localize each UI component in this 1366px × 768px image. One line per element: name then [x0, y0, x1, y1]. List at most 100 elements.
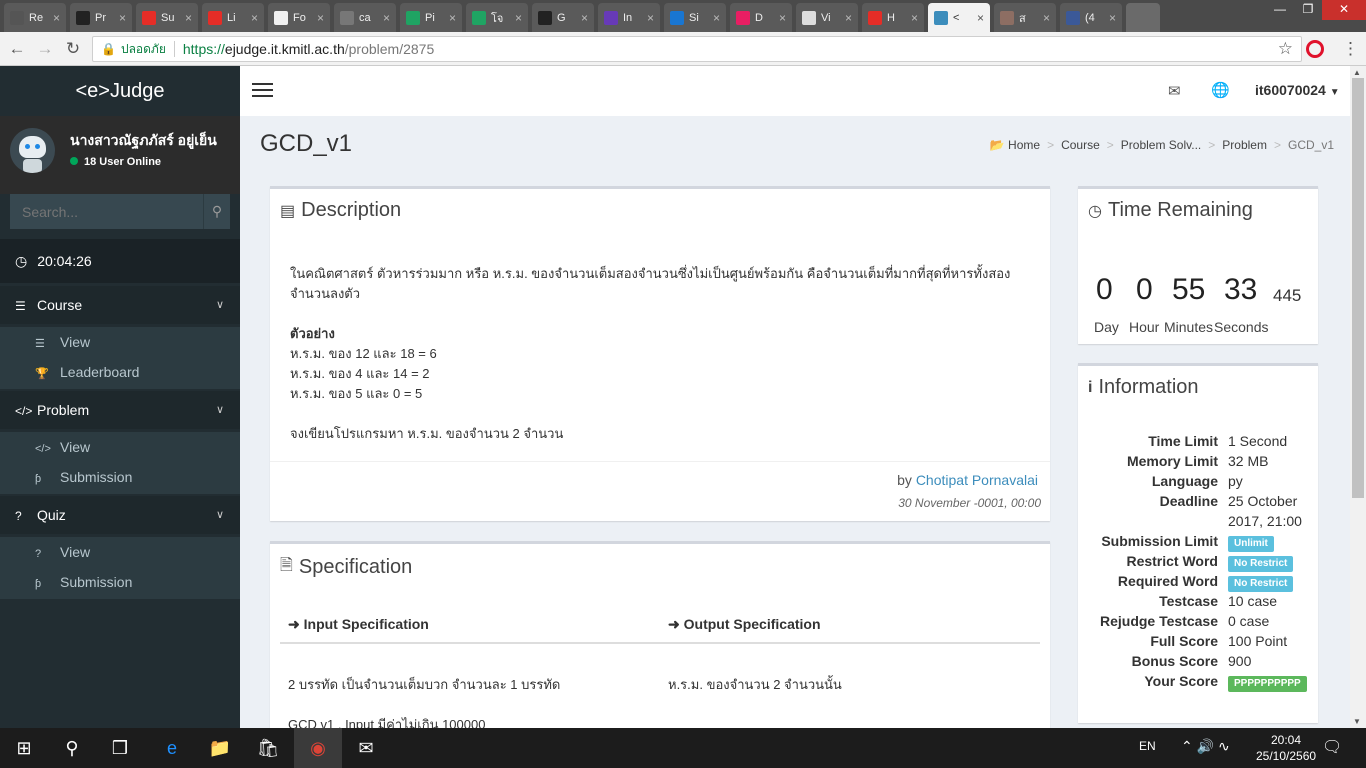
browser-tab[interactable]: Re × — [4, 3, 66, 32]
menu-quiz-view[interactable]: ? View — [0, 537, 240, 567]
menu-quiz-submission[interactable]: ƥ Submission — [0, 567, 240, 597]
countdown-hour: 0 — [1136, 273, 1153, 306]
browser-tab[interactable]: Vi × — [796, 3, 858, 32]
restore-icon[interactable]: ❐ — [1294, 0, 1322, 20]
browser-tab[interactable]: Pi × — [400, 3, 462, 32]
browser-tab[interactable]: (4 × — [1060, 3, 1122, 32]
breadcrumb-problem[interactable]: Problem — [1222, 138, 1267, 152]
forward-icon[interactable]: → — [34, 38, 56, 60]
tab-close-icon[interactable]: × — [911, 11, 918, 25]
author-line: by Chotipat Pornavalai — [897, 472, 1038, 488]
menu-problem-view[interactable]: </> View — [0, 432, 240, 462]
browser-tab[interactable]: Fo × — [268, 3, 330, 32]
address-bar[interactable]: 🔒 ปลอดภัย https://ejudge.it.kmitl.ac.th /… — [92, 36, 1302, 62]
reload-icon[interactable]: ↻ — [62, 38, 84, 60]
browser-tab[interactable]: Li × — [202, 3, 264, 32]
tab-close-icon[interactable]: × — [977, 11, 984, 25]
top-navbar: ✉ 🌐 it60070024 ▼ — [240, 66, 1350, 116]
taskbar-clock[interactable]: 20:04 25/10/2560 — [1256, 732, 1316, 764]
browser-tab[interactable]: Si × — [664, 3, 726, 32]
countdown-seconds-label: Seconds — [1214, 319, 1269, 335]
new-tab-button[interactable] — [1126, 3, 1160, 32]
edge-icon[interactable]: e — [148, 728, 196, 768]
tab-close-icon[interactable]: × — [383, 11, 390, 25]
file-text-icon: 🗎 — [280, 557, 293, 574]
page-scrollbar[interactable]: ▲ ▼ — [1350, 66, 1366, 728]
breadcrumb-course[interactable]: Course — [1061, 138, 1100, 152]
windows-start-icon[interactable]: ⊞ — [0, 728, 48, 768]
tab-close-icon[interactable]: × — [53, 11, 60, 25]
chevron-down-icon: ∨ — [215, 509, 224, 521]
minimize-icon[interactable]: — — [1266, 0, 1294, 20]
info-value: 2017, 21:00 — [1228, 513, 1302, 529]
example-line: ห.ร.ม. ของ 4 และ 14 = 2 — [290, 366, 430, 381]
tab-close-icon[interactable]: × — [1043, 11, 1050, 25]
store-icon[interactable]: 🛍 — [244, 728, 292, 768]
globe-icon[interactable]: 🌐 — [1211, 81, 1230, 99]
menu-problem-submission[interactable]: ƥ Submission — [0, 462, 240, 492]
tab-close-icon[interactable]: × — [119, 11, 126, 25]
question-icon: ? — [15, 509, 22, 523]
scroll-up-icon[interactable]: ▲ — [1353, 68, 1361, 77]
bookmark-star-icon[interactable]: ☆ — [1278, 39, 1293, 59]
browser-tab[interactable]: โจ × — [466, 3, 528, 32]
browser-menu-icon[interactable]: ⋮ — [1342, 39, 1359, 59]
tab-close-icon[interactable]: × — [449, 11, 456, 25]
menu-course-leaderboard[interactable]: 🏆 Leaderboard — [0, 357, 240, 387]
author-link[interactable]: Chotipat Pornavalai — [916, 472, 1038, 488]
browser-tab[interactable]: D × — [730, 3, 792, 32]
info-row-deadline-cont: 2017, 21:00 — [1078, 511, 1318, 531]
tab-close-icon[interactable]: × — [1109, 11, 1116, 25]
close-icon[interactable]: ✕ — [1322, 0, 1366, 20]
browser-tab[interactable]: In × — [598, 3, 660, 32]
browser-tab[interactable]: H × — [862, 3, 924, 32]
tab-close-icon[interactable]: × — [581, 11, 588, 25]
app-logo[interactable]: <e>Judge — [0, 66, 240, 116]
specification-header: 🗎 Specification — [270, 544, 1050, 591]
envelope-icon[interactable]: ✉ — [1168, 82, 1181, 100]
countdown-seconds: 33 — [1224, 273, 1258, 306]
tab-favicon-icon — [802, 10, 816, 25]
browser-tab[interactable]: ส × — [994, 3, 1056, 32]
browser-tab[interactable]: Su × — [136, 3, 198, 32]
hamburger-menu-icon[interactable] — [252, 83, 273, 98]
input-spec-value: 2 บรรทัด เป็นจำนวนเต็มบวก จำนวนละ 1 บรรท… — [288, 677, 561, 692]
system-tray-icons[interactable]: ⌃ 🔊 ∿ — [1181, 738, 1230, 755]
description-date: 30 November -0001, 00:00 — [898, 496, 1041, 510]
tab-close-icon[interactable]: × — [779, 11, 786, 25]
menu-course[interactable]: ☰ Course ∨ — [0, 286, 240, 324]
tab-close-icon[interactable]: × — [713, 11, 720, 25]
tab-close-icon[interactable]: × — [515, 11, 522, 25]
task-view-icon[interactable]: ❒ — [96, 728, 144, 768]
scrollbar-thumb[interactable] — [1352, 78, 1364, 498]
tab-close-icon[interactable]: × — [251, 11, 258, 25]
file-explorer-icon[interactable]: 📁 — [196, 728, 244, 768]
info-row-your-score: Your Score PPPPPPPPPP — [1078, 671, 1318, 692]
tab-close-icon[interactable]: × — [845, 11, 852, 25]
opera-extension-icon[interactable] — [1306, 40, 1324, 58]
search-icon[interactable]: ⚲ — [48, 728, 96, 768]
menu-quiz[interactable]: ? Quiz ∨ — [0, 496, 240, 534]
scroll-down-icon[interactable]: ▼ — [1353, 717, 1361, 726]
chrome-icon[interactable]: ◉ — [294, 728, 342, 768]
description-intro-line2: จำนวนลงตัว — [290, 286, 361, 301]
user-menu[interactable]: it60070024 ▼ — [1255, 82, 1340, 98]
tab-close-icon[interactable]: × — [185, 11, 192, 25]
notification-icon[interactable]: 🗨 — [1322, 737, 1342, 757]
breadcrumb-problem-solving[interactable]: Problem Solv... — [1121, 138, 1201, 152]
tab-close-icon[interactable]: × — [317, 11, 324, 25]
input-language[interactable]: EN — [1139, 739, 1156, 753]
menu-problem[interactable]: </> Problem ∨ — [0, 391, 240, 429]
back-icon[interactable]: ← — [6, 38, 28, 60]
menu-course-view[interactable]: ☰ View — [0, 327, 240, 357]
browser-tab[interactable]: G × — [532, 3, 594, 32]
browser-tab[interactable]: Pr × — [70, 3, 132, 32]
tab-close-icon[interactable]: × — [647, 11, 654, 25]
mail-icon[interactable]: ✉ — [342, 728, 390, 768]
breadcrumb-home[interactable]: Home — [1008, 138, 1040, 152]
search-input[interactable] — [10, 194, 203, 229]
search-icon[interactable]: ⚲ — [203, 194, 230, 229]
description-footer: by Chotipat Pornavalai 30 November -0001… — [270, 461, 1050, 523]
browser-tab[interactable]: < × — [928, 3, 990, 32]
browser-tab[interactable]: ca × — [334, 3, 396, 32]
